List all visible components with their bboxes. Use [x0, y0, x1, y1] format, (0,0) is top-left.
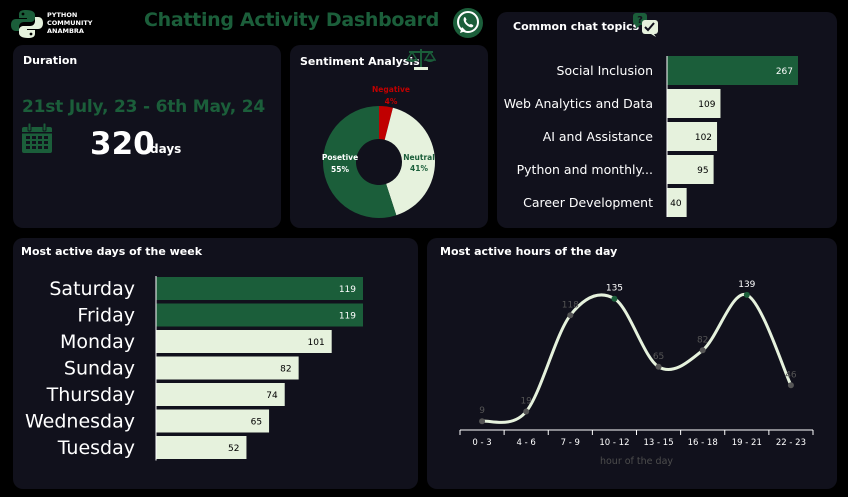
pie-value-neutral: 41% [410, 164, 428, 173]
topics-bar-chart: Social Inclusion 267 Web Analytics and Dat… [504, 56, 798, 217]
hours-tick-label-0-3: 0 - 3 [472, 438, 491, 448]
pie-label-negative: Negative [372, 85, 410, 94]
hours-tick-label-13-15: 13 - 15 [644, 438, 674, 448]
day-label-tuesday: Tuesday [57, 437, 135, 459]
logo-line-2: COMMUNITY [47, 19, 93, 27]
hours-value-0-3: 9 [479, 406, 485, 416]
day-value-thursday: 74 [266, 391, 278, 401]
day-value-monday: 101 [308, 338, 325, 348]
hours-tick-label-22-23: 22 - 23 [776, 438, 806, 448]
hours-value-7-9: 118 [562, 300, 579, 310]
topic-value-web-analytics-and-data: 109 [698, 100, 715, 110]
day-label-friday: Friday [77, 305, 135, 327]
topics-title: Common chat topics [513, 20, 640, 33]
hours-value-10-12: 135 [606, 284, 623, 294]
hours-tick-label-7-9: 7 - 9 [561, 438, 580, 448]
hours-tick-label-10-12: 10 - 12 [599, 438, 629, 448]
hours-value-22-23: 46 [785, 370, 797, 380]
hours-value-16-18: 82 [697, 335, 708, 345]
topic-label-ai-and-assistance: AI and Assistance [543, 129, 654, 144]
topic-value-ai-and-assistance: 102 [695, 133, 712, 143]
hours-line-chart: 0 - 3 4 - 6 7 - 9 10 - 12 13 - 15 16 - 18 19 -… [459, 280, 814, 467]
logo-line-3: ANAMBRA [47, 27, 84, 35]
hours-point-22-23 [787, 382, 794, 389]
day-label-monday: Monday [60, 331, 135, 353]
whatsapp-icon [453, 8, 483, 38]
pie-label-neutral: Neutral [403, 153, 435, 162]
pie-value-negative: 4% [385, 97, 398, 106]
day-bar-saturday [156, 277, 363, 300]
logo-line-1: PYTHON [47, 11, 78, 19]
hours-point-0-3 [479, 418, 486, 425]
calendar-icon [22, 122, 52, 153]
day-value-saturday: 119 [339, 285, 356, 295]
day-value-friday: 119 [339, 312, 356, 322]
hours-tick-label-16-18: 16 - 18 [688, 438, 718, 448]
pie-label-posetive: Posetive [322, 153, 358, 162]
duration-range: 21st July, 23 - 6th May, 24 [22, 97, 266, 117]
duration-days-value: 320 [90, 126, 155, 162]
hours-point-19-21 [743, 291, 750, 298]
scale-balance-icon [406, 49, 436, 70]
pie-value-posetive: 55% [331, 165, 349, 174]
duration-title: Duration [23, 54, 78, 67]
topic-label-web-analytics-and-data: Web Analytics and Data [504, 96, 653, 111]
hours-point-16-18 [699, 347, 706, 354]
chat-bubbles-icon: ? [633, 13, 658, 37]
day-bar-monday [156, 330, 332, 353]
day-bar-sunday [156, 356, 299, 380]
hours-tick-label-19-21: 19 - 21 [732, 438, 762, 448]
hours-value-4-6: 19 [520, 397, 532, 407]
hours-point-13-15 [655, 363, 662, 370]
hours-value-13-15: 65 [653, 352, 664, 362]
day-value-wednesday: 65 [251, 418, 262, 428]
sentiment-title: Sentiment Analysis [300, 55, 420, 68]
topic-label-python-and-monthly: Python and monthly... [517, 162, 653, 177]
sentiment-donut-chart: Negative 4% Neutral 41% Posetive 55% [322, 85, 435, 218]
dashboard-title: Chatting Activity Dashboard [144, 9, 440, 31]
topic-label-career-development: Career Development [523, 195, 653, 210]
topic-value-social-inclusion: 267 [776, 67, 793, 77]
hours-tick-label-4-6: 4 - 6 [517, 438, 536, 448]
hours-x-axis-label: hour of the day [600, 456, 673, 467]
hours-point-7-9 [567, 312, 574, 319]
day-label-wednesday: Wednesday [25, 411, 135, 433]
python-logo-icon [11, 10, 43, 38]
hours-title: Most active hours of the day [440, 245, 618, 258]
day-label-saturday: Saturday [49, 278, 135, 300]
topic-label-social-inclusion: Social Inclusion [557, 63, 653, 78]
days-title: Most active days of the week [21, 245, 203, 258]
day-bar-friday [156, 303, 363, 327]
day-label-thursday: Thursday [46, 384, 135, 406]
topic-value-career-development: 40 [670, 199, 682, 209]
days-bar-chart: Saturday 119 Friday 119 Monday 101 Sunday 82 Thu… [25, 276, 363, 461]
day-value-tuesday: 52 [228, 444, 239, 454]
duration-days-unit: days [150, 142, 182, 156]
day-value-sunday: 82 [280, 365, 291, 375]
day-label-sunday: Sunday [64, 358, 135, 380]
hours-point-4-6 [523, 408, 530, 415]
hours-value-19-21: 139 [738, 280, 755, 290]
logo-text: PYTHON COMMUNITY ANAMBRA [47, 11, 93, 35]
hours-point-10-12 [611, 295, 618, 302]
topic-value-python-and-monthly: 95 [697, 166, 708, 176]
